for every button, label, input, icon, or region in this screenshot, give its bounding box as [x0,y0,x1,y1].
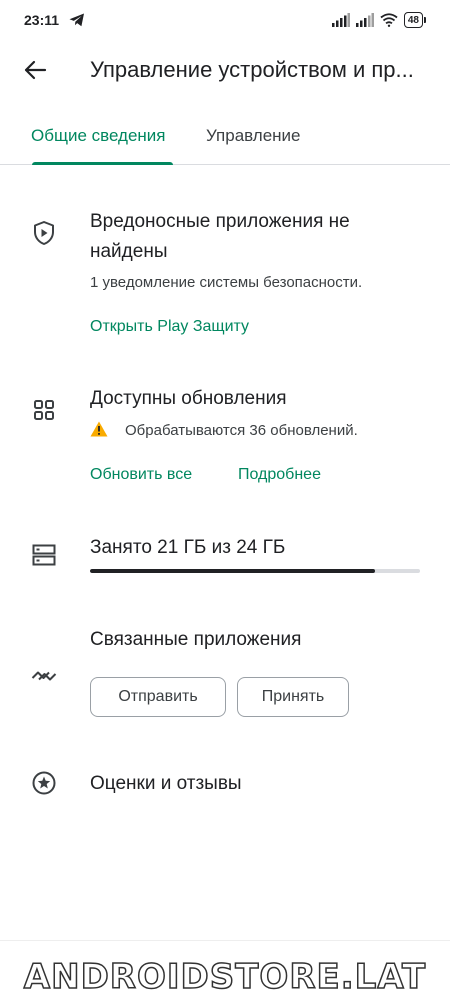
tab-bar: Общие сведения Управление [0,110,450,165]
status-bar: 23:11 48 [0,0,450,40]
security-notification-count: 1 уведомление системы безопасности. [90,274,363,291]
linked-apps-heading: Связанные приложения [90,629,302,650]
back-arrow-icon[interactable] [20,55,50,85]
shield-play-icon [34,221,54,245]
send-button[interactable]: Отправить [90,677,226,717]
storage-progress-bar [90,569,420,573]
storage-usage: Занято 21 ГБ из 24 ГБ [90,537,286,558]
tab-overview[interactable]: Общие сведения [31,125,166,147]
tab-manage[interactable]: Управление [206,125,301,147]
status-time: 23:11 [24,12,60,28]
update-all-link[interactable]: Обновить все [90,464,192,486]
page-title: Управление устройством и пр... [90,57,414,82]
tab-indicator [32,162,173,165]
ratings-and-reviews[interactable]: Оценки и отзывы [90,769,242,798]
star-circle-icon [32,771,56,795]
watermark: ANDROIDSTORE.LAT [23,956,427,998]
signal-icon [331,13,350,27]
storage-icon [32,544,56,566]
battery-level: 48 [403,12,423,28]
wifi-icon [380,13,398,27]
updates-status: Обрабатываются 36 обновлений. [125,422,358,439]
apps-grid-icon [34,400,54,420]
updates-heading: Доступны обновления [90,388,287,409]
details-link[interactable]: Подробнее [238,464,321,486]
open-play-protect-link[interactable]: Открыть Play Защиту [90,316,249,338]
status-indicators: 48 [331,11,426,29]
protection-heading-cont: найдены [90,241,168,262]
warning-icon [90,421,108,437]
app-bar: Управление устройством и пр... [0,40,450,100]
protection-heading: Вредоносные приложения не [90,211,350,232]
storage-progress-fill [90,569,376,573]
battery-icon: 48 [403,12,426,28]
nearby-share-icon [31,671,57,681]
telegram-icon [69,13,84,27]
accept-button[interactable]: Принять [237,677,349,717]
signal-icon [355,13,374,27]
